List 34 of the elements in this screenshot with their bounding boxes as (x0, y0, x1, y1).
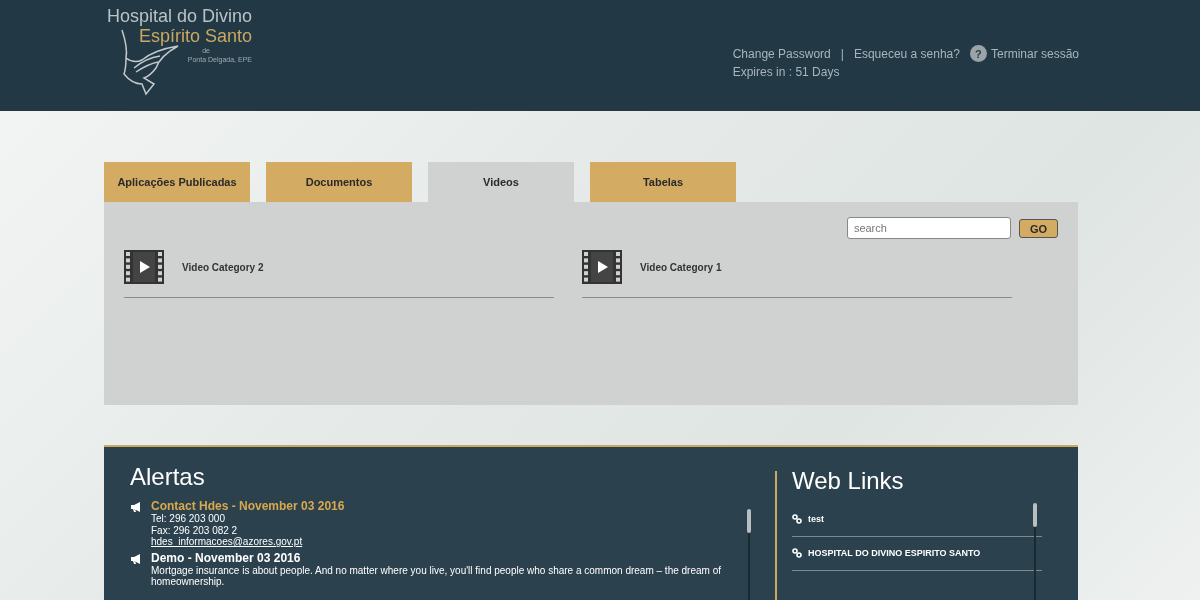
megaphone-icon (130, 502, 142, 512)
change-password-link[interactable]: Change Password (732, 46, 831, 61)
web-link[interactable]: HOSPITAL DO DIVINO ESPIRITO SANTO (808, 548, 981, 558)
forgot-password-link[interactable]: Esqueceu a senha? (853, 46, 960, 61)
video-category-link[interactable]: Video Category 1 (640, 261, 722, 273)
tab[interactable]: Aplicações Publicadas (104, 162, 250, 202)
video-category-link[interactable]: Video Category 2 (182, 261, 264, 273)
logo-text: Hospital do Divino (106, 6, 252, 26)
link-icon (792, 548, 802, 558)
alert-text: Tel: 296 203 000 (151, 513, 226, 525)
alerts-heading: Alertas (130, 463, 206, 491)
tab[interactable]: Tabelas (590, 162, 736, 202)
film-play-icon[interactable] (582, 250, 622, 284)
alert-title: Demo - November 03 2016 (151, 550, 302, 565)
go-button[interactable]: GO (1018, 219, 1058, 238)
tab[interactable]: Videos (428, 162, 574, 202)
web-link[interactable]: test (808, 514, 824, 524)
logo-text: Espírito Santo (138, 26, 252, 46)
logout-link[interactable]: Terminar sessão (990, 46, 1079, 61)
search-field[interactable]: search (846, 217, 1011, 239)
alert-text: Fax: 296 203 082 2 (151, 524, 239, 536)
tab[interactable]: Documentos (266, 162, 412, 202)
scrollbar[interactable] (748, 509, 750, 600)
web-links-heading: Web Links (792, 467, 905, 495)
scrollbar[interactable] (1034, 503, 1036, 600)
email-link[interactable]: hdes_informacoes@azores.gov.pt (151, 536, 741, 548)
password-expiry-text: Expires in : 51 Days (732, 65, 841, 79)
separator: | (840, 46, 844, 61)
help-icon[interactable]: ? (969, 45, 987, 62)
megaphone-icon (130, 553, 142, 564)
link-icon (792, 514, 802, 524)
alert-title: Contact Hdes - November 03 2016 (151, 499, 346, 513)
film-play-icon[interactable] (124, 250, 164, 284)
alert-text: Mortgage insurance is about people. And no matter where you live, you'll find people who share a common dream – the dream of homeownership. (151, 564, 722, 588)
